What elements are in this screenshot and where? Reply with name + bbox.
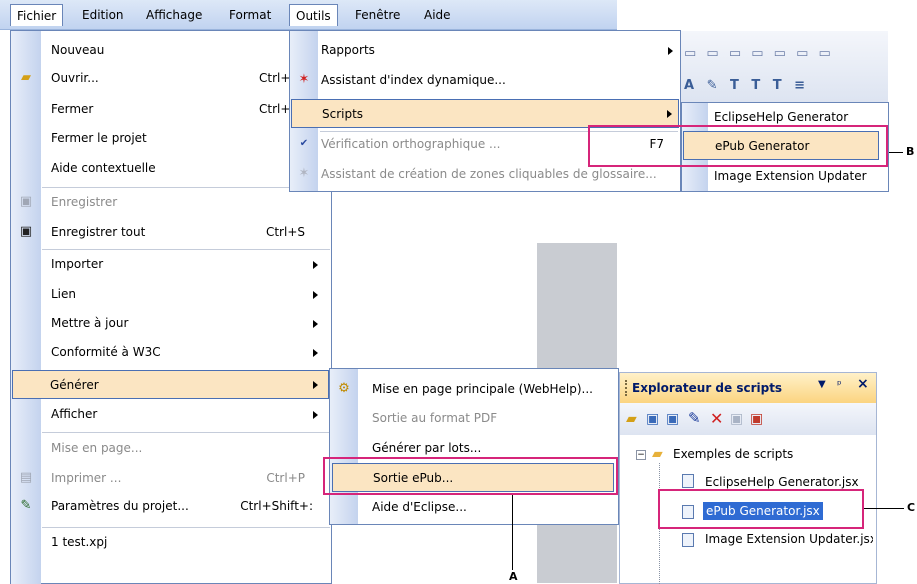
menu-item-enregistrer-tout[interactable]: ▣ Enregistrer tout Ctrl+S [11,218,331,247]
import-script-icon[interactable]: ▣ [666,411,679,427]
tree-file-eclipsehelp[interactable]: EclipseHelp Generator.jsx [705,475,873,489]
edit-script-icon[interactable]: ✎ [688,409,701,427]
script-file-icon [682,533,694,547]
magic-wand-icon: ✶ [298,72,310,87]
menu-item-parametres-projet[interactable]: ✎ Paramètres du projet... Ctrl+Shift+: [11,492,331,521]
project-settings-icon: ✎ [20,498,32,513]
callout-box-c [658,489,864,529]
menu-item-afficher[interactable]: Afficher [11,400,331,429]
menu-item-aide-contextuelle[interactable]: Aide contextuelle [11,154,331,183]
menu-item-recent-file[interactable]: 1 test.xpj [11,528,331,557]
format-toolbar-icons: A ✎ T T T ≡ [684,78,810,93]
menu-item-fermer[interactable]: Fermer Ctrl+ [11,95,331,124]
callout-line-c [864,508,904,509]
menu-aide[interactable]: Aide [418,4,457,26]
menu-item-conformite-w3c[interactable]: Conformité à W3C [11,338,331,367]
menu-item-generer[interactable]: Générer [12,370,329,399]
properties-script-icon[interactable]: ▣ [730,411,743,427]
menu-item-nouveau[interactable]: Nouveau [11,36,331,65]
folder-icon: ▰ [652,446,663,462]
glossary-wizard-icon: ✶ [298,166,310,181]
menu-item-enregistrer[interactable]: ▣ Enregistrer [11,188,331,217]
menu-format[interactable]: Format [223,4,277,26]
printer-icon: ▤ [19,470,33,485]
run-script-icon[interactable]: ▣ [750,411,763,427]
callout-label-a: A [509,570,518,583]
callout-box-b [588,125,888,167]
delete-script-icon[interactable]: ✕ [710,409,723,428]
open-script-icon[interactable]: ▣ [646,411,659,427]
menu-item-ouvrir[interactable]: ▰ Ouvrir... Ctrl+ [11,64,331,93]
tree-folder-label[interactable]: Exemples de scripts [673,447,793,461]
dropdown-icon[interactable]: ▼ [818,379,826,390]
submenu-arrow-icon [313,411,318,419]
menu-fichier[interactable]: Fichier [10,4,64,26]
menu-item-imprimer[interactable]: ▤ Imprimer ... Ctrl+P [11,464,331,493]
menu-outils[interactable]: Outils [289,4,338,26]
menu-item-assistant-index[interactable]: ✶ Assistant d'index dynamique... [290,66,680,95]
submenu-arrow-icon [313,291,318,299]
menu-item-aide-eclipse[interactable]: Aide d'Eclipse... [330,493,618,522]
menu-item-scripts[interactable]: Scripts [291,99,679,128]
menu-item-mettre-a-jour[interactable]: Mettre à jour [11,309,331,338]
menu-affichage[interactable]: Affichage [140,4,208,26]
callout-label-c: C [907,501,916,514]
menu-item-mise-en-page[interactable]: Mise en page... [11,434,331,463]
submenu-arrow-icon [313,261,318,269]
toolbar-icons: ▭ ▭ ▭ ▭ ▭ ▭ ▭ [684,46,834,61]
menu-item-lien[interactable]: Lien [11,280,331,309]
menu-edition[interactable]: Edition [76,4,130,26]
new-script-icon[interactable]: ▰ [626,411,637,427]
submenu-arrow-icon [313,320,318,328]
submenu-arrow-icon [667,110,672,118]
callout-box-a [323,457,618,495]
save-all-icon: ▣ [19,224,33,239]
tree-collapse-icon[interactable]: − [636,450,646,460]
menu-fenetre[interactable]: Fenêtre [349,4,406,26]
submenu-arrow-icon [313,349,318,357]
save-icon: ▣ [19,194,33,209]
tree-file-image-extension[interactable]: Image Extension Updater.jsx [705,532,873,546]
spell-check-icon: ✔ [299,138,309,149]
close-icon[interactable]: × [857,376,869,392]
gripper-icon [625,380,628,396]
separator [42,432,330,433]
callout-label-b: B [906,145,915,158]
script-explorer-title: Explorateur de scripts [632,381,783,395]
menu-item-fermer-projet[interactable]: Fermer le projet [11,124,331,153]
open-folder-icon: ▰ [21,70,31,85]
menu-item-webhelp[interactable]: ⚙ Mise en page principale (WebHelp)... [330,375,618,404]
webhelp-icon: ⚙ [338,381,350,396]
menu-item-rapports[interactable]: Rapports [290,36,680,65]
submenu-arrow-icon [668,47,673,55]
submenu-arrow-icon [313,381,318,389]
menu-item-sortie-pdf[interactable]: Sortie au format PDF [330,404,618,433]
pin-icon[interactable]: ᵖ [837,378,842,391]
callout-line-b [889,152,903,153]
script-file-icon [682,474,694,488]
menu-item-importer[interactable]: Importer [11,250,331,279]
callout-line-a [512,495,513,570]
